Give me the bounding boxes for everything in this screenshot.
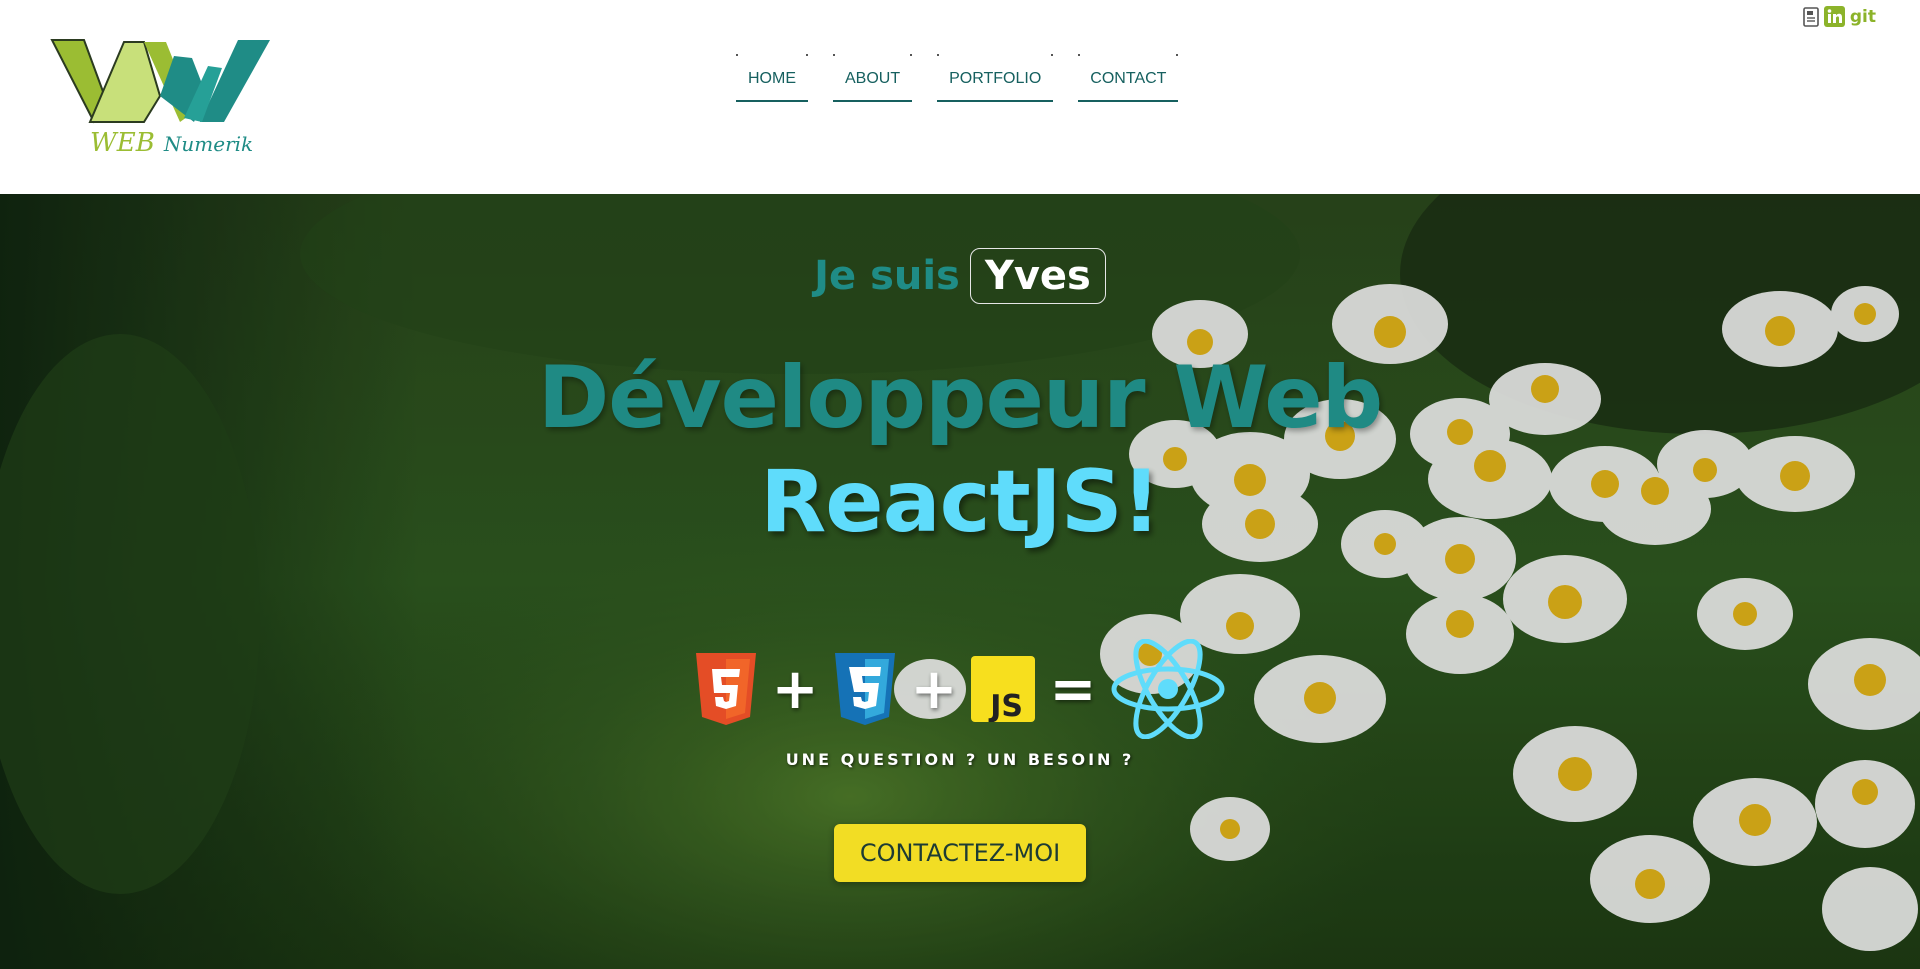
hero-headline: Développeur Web ReactJS! <box>0 346 1920 554</box>
logo-mark <box>50 39 270 124</box>
intro-prefix: Je suis <box>814 253 960 299</box>
logo-word-web: WEB <box>90 128 155 158</box>
main-nav: HOME ABOUT PORTFOLIO CONTACT <box>736 54 1179 102</box>
headline-line-1: Développeur Web <box>537 348 1383 448</box>
css3-icon <box>833 651 897 727</box>
equals-sign: = <box>1049 656 1097 722</box>
plus-sign-2: + <box>910 656 958 722</box>
react-icon <box>1110 639 1226 739</box>
linkedin-icon[interactable] <box>1823 6 1845 27</box>
html5-icon <box>694 651 758 727</box>
intro-line: Je suis Yves <box>0 248 1920 304</box>
intro-name-box: Yves <box>969 248 1106 304</box>
logo-wordmark: WEB Numerik <box>90 128 253 158</box>
brand-logo[interactable]: WEB Numerik <box>48 36 274 164</box>
nav-about[interactable]: ABOUT <box>833 54 913 102</box>
tech-stack-equation: + + JS = <box>0 634 1920 744</box>
plus-sign-1: + <box>771 656 819 722</box>
site-header: WEB Numerik HOME ABOUT PORTFOLIO CONTACT… <box>0 0 1920 194</box>
javascript-icon: JS <box>971 656 1036 722</box>
nav-home[interactable]: HOME <box>736 54 808 102</box>
nav-contact[interactable]: CONTACT <box>1078 54 1179 102</box>
hero-section: Je suis Yves Développeur Web ReactJS! + … <box>0 194 1920 969</box>
logo-word-numerik: Numerik <box>163 132 254 156</box>
contact-me-button[interactable]: CONTACTEZ-MOI <box>834 824 1086 882</box>
git-link[interactable]: git <box>1850 7 1876 27</box>
social-links: git <box>1803 6 1876 27</box>
question-tagline: UNE QUESTION ? UN BESOIN ? <box>0 750 1920 770</box>
document-icon[interactable] <box>1803 6 1819 27</box>
js-badge-label: JS <box>989 689 1024 722</box>
headline-line-2: ReactJS! <box>760 452 1161 552</box>
question-text: UNE QUESTION ? UN BESOIN ? <box>785 750 1135 769</box>
nav-portfolio[interactable]: PORTFOLIO <box>937 54 1054 102</box>
